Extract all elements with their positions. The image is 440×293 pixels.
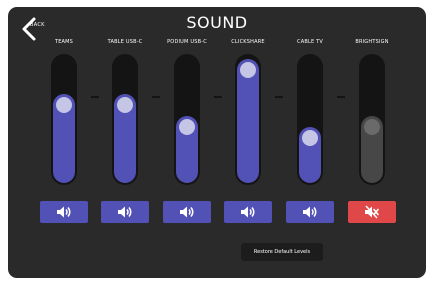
mute-button[interactable] <box>40 201 88 223</box>
speaker-muted-icon <box>365 205 379 219</box>
speaker-icon <box>241 206 255 218</box>
speaker-icon <box>180 206 194 218</box>
restore-default-levels-button[interactable]: Restore Default Levels <box>241 243 323 261</box>
channel-label: PODIUM USB-C <box>167 39 207 45</box>
mute-button[interactable] <box>101 201 149 223</box>
sound-panel: BACK SOUND TEAMS TABLE USB-C PODIUM USB-C C… <box>8 7 426 278</box>
volume-slider-thumb[interactable] <box>56 97 72 113</box>
volume-slider-track[interactable] <box>51 54 77 185</box>
volume-slider-track[interactable] <box>297 54 323 185</box>
channel-label: BRIGHTSIGN <box>355 39 389 45</box>
volume-slider-track[interactable] <box>235 54 261 185</box>
channel-label: CLICKSHARE <box>231 39 265 45</box>
channel-separator <box>90 96 99 98</box>
volume-slider-track[interactable] <box>112 54 138 185</box>
channel-label: TEAMS <box>54 39 74 45</box>
channel-separator <box>213 96 222 98</box>
volume-slider-thumb[interactable] <box>240 62 256 78</box>
volume-slider-thumb[interactable] <box>117 97 133 113</box>
channel-separator <box>152 96 160 98</box>
channel-label: TABLE USB-C <box>107 39 143 45</box>
channel-separator <box>275 96 283 98</box>
mute-button[interactable] <box>224 201 272 223</box>
volume-slider-thumb[interactable] <box>364 119 380 135</box>
speaker-icon <box>118 206 132 218</box>
channel-separator <box>337 96 345 98</box>
volume-slider-track[interactable] <box>359 54 385 185</box>
mute-button[interactable] <box>163 201 211 223</box>
volume-slider-thumb[interactable] <box>302 130 318 146</box>
speaker-icon <box>57 206 71 218</box>
volume-slider-track[interactable] <box>174 54 200 185</box>
volume-slider-thumb[interactable] <box>179 119 195 135</box>
page-title: SOUND <box>186 13 248 32</box>
speaker-icon <box>303 206 317 218</box>
channel-label: CABLE TV <box>297 39 323 45</box>
mute-button[interactable] <box>286 201 334 223</box>
unmute-button[interactable] <box>348 201 396 223</box>
